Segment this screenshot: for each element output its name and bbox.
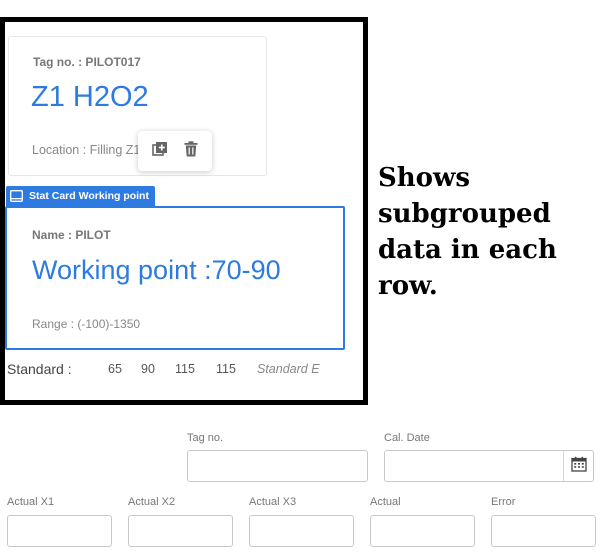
stat-card-type-badge[interactable]: Stat Card Working point [6,186,155,206]
standard-row: Standard : 65 90 115 115 Standard E [7,361,347,379]
actual-label: Actual [370,496,401,508]
standard-e-placeholder: Standard E [257,362,320,376]
range-label: Range : (-100)-1350 [32,317,141,331]
annotation-text: Shows subgrouped data in each row. [378,163,557,301]
standard-value: 115 [175,362,195,376]
actual-x1-label: Actual X1 [7,496,55,508]
standard-value: 115 [216,362,236,376]
tag-no-input[interactable] [187,450,368,482]
actual-x2-input[interactable] [128,515,233,547]
duplicate-button[interactable] [149,140,171,162]
trash-icon [184,140,198,162]
duplicate-icon [151,141,168,162]
card-title: Working point :70-90 [32,255,281,285]
actual-x3-input[interactable] [249,515,354,547]
standard-value: 65 [108,362,122,376]
standard-label: Standard : [7,361,72,377]
name-label: Name : PILOT [32,228,111,242]
error-label: Error [491,496,516,508]
calendar-button[interactable] [563,451,593,481]
tag-no-label: Tag no. [187,432,224,444]
stat-card-type-label: Stat Card Working point [29,190,149,202]
actual-x2-label: Actual X2 [128,496,176,508]
cal-date-input[interactable] [384,450,594,482]
tag-number-label: Tag no. : PILOT017 [33,55,141,69]
delete-button[interactable] [180,140,202,162]
monitor-icon [10,190,23,202]
cal-date-label: Cal. Date [384,432,430,444]
error-input[interactable] [491,515,596,547]
card-title: Z1 H2O2 [31,81,149,113]
stat-card-working-point[interactable]: Name : PILOT Working point :70-90 Range … [5,206,345,350]
card-toolbar [138,131,212,171]
actual-x1-input[interactable] [7,515,112,547]
standard-value: 90 [141,362,155,376]
location-label: Location : Filling Z1 [32,143,141,157]
calendar-icon [570,456,587,477]
actual-x3-label: Actual X3 [249,496,297,508]
actual-input[interactable] [370,515,475,547]
